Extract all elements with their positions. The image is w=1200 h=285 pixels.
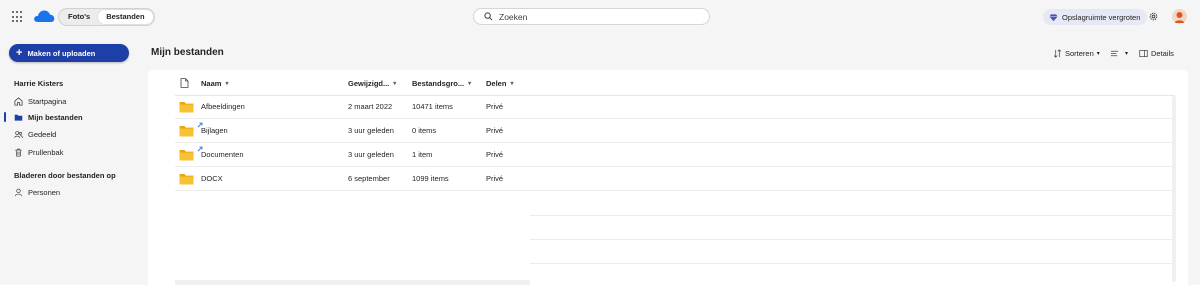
sidebar-item-label: Startpagina	[28, 96, 67, 106]
file-sharing: Privé	[486, 174, 504, 183]
sort-icon	[1053, 48, 1062, 58]
browse-heading: Bladeren door bestanden op	[14, 171, 116, 180]
chevron-down-icon: ▾	[393, 81, 397, 87]
tab-photos[interactable]: Foto's	[60, 10, 98, 24]
column-header-modified[interactable]: Gewijzigd... ▾	[348, 79, 396, 88]
column-header-name[interactable]: Naam ▾	[201, 79, 228, 88]
file-name[interactable]: DOCX	[201, 174, 223, 183]
file-modified: 2 maart 2022	[348, 102, 393, 111]
search-input[interactable]	[499, 11, 699, 22]
list-view-icon	[1110, 50, 1119, 56]
file-sharing: Privé	[486, 150, 504, 159]
table-row[interactable]: Afbeeldingen 2 maart 2022 10471 items Pr…	[175, 95, 1175, 119]
app-launcher-icon[interactable]	[12, 11, 24, 23]
empty-row-divider	[530, 263, 1175, 264]
table-row[interactable]: Documenten 3 uur geleden 1 item Privé	[175, 143, 1175, 167]
sidebar-item-label: Gedeeld	[28, 129, 57, 139]
empty-row-divider	[530, 215, 1175, 216]
file-name[interactable]: Bijlagen	[201, 126, 228, 135]
chevron-down-icon: ▾	[1125, 50, 1129, 57]
avatar[interactable]	[1172, 9, 1187, 24]
view-options-button[interactable]: ▾	[1110, 48, 1128, 58]
sort-label: Sorteren	[1065, 48, 1094, 58]
column-header-label: Bestandsgro...	[412, 79, 465, 88]
folder-icon	[14, 114, 23, 121]
details-pane-icon	[1139, 49, 1148, 57]
file-type-icon	[180, 78, 189, 88]
top-bar: Foto's Bestanden Opslagruimte vergroten	[0, 0, 1200, 34]
details-button[interactable]: Details	[1139, 48, 1174, 58]
sidebar-item-label: Mijn bestanden	[28, 112, 83, 122]
empty-row-divider	[530, 239, 1175, 240]
file-size: 0 items	[412, 126, 437, 135]
horizontal-scrollbar[interactable]	[175, 280, 530, 285]
gear-icon[interactable]	[1148, 11, 1159, 22]
file-sharing: Privé	[486, 126, 504, 135]
file-name[interactable]: Documenten	[201, 150, 244, 159]
column-header-label: Gewijzigd...	[348, 79, 390, 88]
details-label: Details	[1151, 48, 1174, 58]
chevron-down-icon: ▾	[225, 81, 229, 87]
people-icon	[14, 130, 23, 138]
file-sharing: Privé	[486, 102, 504, 111]
diamond-icon	[1049, 13, 1058, 21]
column-header-label: Naam	[201, 79, 222, 88]
chevron-down-icon: ▾	[468, 81, 472, 87]
column-header-label: Delen	[486, 79, 507, 88]
chevron-down-icon: ▾	[1096, 50, 1100, 57]
file-size: 1 item	[412, 150, 433, 159]
sidebar-item-home[interactable]: Startpagina	[14, 95, 66, 107]
onedrive-logo-icon[interactable]	[33, 9, 55, 23]
file-modified: 3 uur geleden	[348, 126, 394, 135]
active-indicator	[4, 112, 6, 122]
folder-icon	[179, 174, 194, 185]
sidebar-item-label: Personen	[28, 187, 61, 197]
table-row[interactable]: DOCX 6 september 1099 items Privé	[175, 167, 1175, 191]
home-icon	[14, 96, 23, 106]
tab-files[interactable]: Bestanden	[98, 10, 153, 24]
column-header-sharing[interactable]: Delen ▾	[486, 79, 513, 88]
page-title: Mijn bestanden	[151, 47, 224, 58]
upgrade-storage-button[interactable]: Opslagruimte vergroten	[1043, 9, 1148, 25]
file-size: 10471 items	[412, 102, 453, 111]
upgrade-storage-label: Opslagruimte vergroten	[1062, 12, 1141, 22]
avatar-image-icon	[1172, 9, 1187, 24]
view-switcher: Foto's Bestanden	[58, 8, 155, 26]
search-icon	[484, 12, 493, 21]
column-header-size[interactable]: Bestandsgro... ▾	[412, 79, 471, 88]
search-box[interactable]	[473, 8, 710, 25]
vertical-scrollbar[interactable]	[1172, 96, 1176, 282]
folder-icon	[179, 150, 194, 161]
chevron-down-icon: ▾	[510, 81, 514, 87]
sort-button[interactable]: Sorteren ▾	[1053, 48, 1100, 58]
folder-icon	[179, 126, 194, 137]
plus-icon: +	[16, 47, 23, 59]
file-modified: 6 september	[348, 174, 390, 183]
file-modified: 3 uur geleden	[348, 150, 394, 159]
person-icon	[14, 188, 23, 196]
sidebar-item-people[interactable]: Personen	[14, 186, 60, 198]
create-upload-label: Maken of uploaden	[27, 48, 96, 58]
sidebar-item-my-files[interactable]: Mijn bestanden	[14, 111, 83, 123]
folder-icon	[179, 102, 194, 113]
user-name: Harrie Kisters	[14, 79, 64, 88]
sidebar-item-trash[interactable]: Prullenbak	[14, 146, 63, 158]
trash-icon	[15, 148, 22, 156]
sidebar-item-shared[interactable]: Gedeeld	[14, 128, 56, 140]
sidebar-item-label: Prullenbak	[28, 147, 64, 157]
table-row[interactable]: Bijlagen 3 uur geleden 0 items Privé	[175, 119, 1175, 143]
file-size: 1099 items	[412, 174, 449, 183]
create-upload-button[interactable]: + Maken of uploaden	[9, 44, 129, 62]
file-name[interactable]: Afbeeldingen	[201, 102, 245, 111]
